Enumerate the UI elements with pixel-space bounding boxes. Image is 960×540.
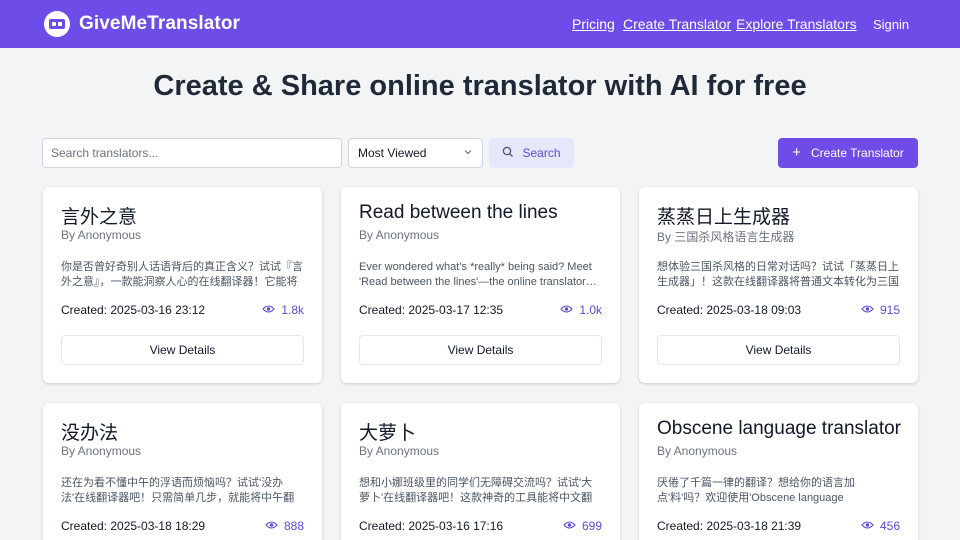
translator-logo-icon (44, 11, 70, 37)
create-translator-button[interactable]: + Create Translator (778, 138, 918, 168)
card-description: Ever wondered what’s *really* being said… (359, 261, 597, 288)
card-view-count: 1.0k (579, 303, 602, 317)
card-view-count: 915 (879, 303, 900, 317)
card-views: 456 (861, 519, 900, 533)
nav-pricing[interactable]: Pricing (572, 16, 615, 32)
page-title: Create & Share online translator with AI… (153, 70, 807, 102)
translator-card: 言外之意 By Anonymous 你是否曾好奇别人话语背后的真正含义？试试『言… (43, 187, 322, 383)
plus-icon: + (792, 144, 802, 161)
translator-card: Read between the lines By Anonymous Ever… (341, 187, 620, 383)
card-title[interactable]: Obscene language translator (657, 418, 901, 440)
card-view-count: 456 (879, 519, 900, 533)
sort-select[interactable]: Most Viewed (348, 138, 483, 168)
eye-icon (861, 303, 874, 317)
brand-name: GiveMeTranslator (79, 13, 241, 34)
card-view-count: 699 (581, 519, 602, 533)
card-description: 还在为看不懂中午的浮语而烦恼吗？试试'没办法'在线翻译器吧！只需简单几步，就能将… (61, 477, 295, 504)
eye-icon (861, 519, 874, 533)
translator-card: 蒸蒸日上生成器 By 三国杀风格语言生成器 想体验三国杀风格的日常对话吗？试试「… (639, 187, 918, 383)
search-button[interactable]: Search (489, 138, 574, 168)
translator-card: 大萝卜 By Anonymous 想和小娜班级里的同学们无障碍交流吗？试试'大萝… (341, 403, 620, 540)
eye-icon (563, 519, 576, 533)
card-author: By Anonymous (657, 444, 738, 458)
card-created-date: Created: 2025-03-18 09:03 (657, 303, 802, 317)
card-views: 888 (265, 519, 304, 533)
card-title[interactable]: Read between the lines (359, 202, 558, 224)
view-details-button[interactable]: View Details (359, 335, 602, 365)
chevron-down-icon (463, 146, 473, 160)
create-button-label: Create Translator (811, 146, 904, 160)
card-created-date: Created: 2025-03-18 21:39 (657, 519, 802, 533)
translator-card: 没办法 By Anonymous 还在为看不懂中午的浮语而烦恼吗？试试'没办法'… (43, 403, 322, 540)
card-views: 1.8k (262, 303, 304, 317)
signin-link[interactable]: Signin (873, 17, 909, 32)
search-icon (502, 146, 514, 161)
card-author: By Anonymous (359, 228, 440, 242)
card-views: 699 (563, 519, 602, 533)
top-navbar: GiveMeTranslator Pricing Create Translat… (0, 0, 960, 48)
card-description: 想和小娜班级里的同学们无障碍交流吗？试试'大萝卜'在线翻译器吧！这款神奇的工具能… (359, 477, 593, 504)
translator-card: Obscene language translator By Anonymous… (639, 403, 918, 540)
card-title[interactable]: 言外之意 (61, 202, 137, 229)
search-button-label: Search (522, 146, 561, 160)
card-author: By Anonymous (359, 444, 440, 458)
nav-explore-translators[interactable]: Explore Translators (736, 16, 857, 32)
card-author: By Anonymous (61, 444, 142, 458)
card-views: 1.0k (560, 303, 602, 317)
sort-selected-value: Most Viewed (358, 146, 427, 160)
view-details-button[interactable]: View Details (657, 335, 900, 365)
view-details-button[interactable]: View Details (61, 335, 304, 365)
card-title[interactable]: 没办法 (61, 418, 118, 445)
card-views: 915 (861, 303, 900, 317)
card-author: By Anonymous (61, 228, 142, 242)
eye-icon (265, 519, 278, 533)
card-created-date: Created: 2025-03-17 12:35 (359, 303, 504, 317)
card-view-count: 1.8k (281, 303, 304, 317)
card-author: By 三国杀风格语言生成器 (657, 230, 795, 244)
card-title[interactable]: 蒸蒸日上生成器 (657, 202, 790, 229)
card-created-date: Created: 2025-03-16 17:16 (359, 519, 504, 533)
card-view-count: 888 (283, 519, 304, 533)
eye-icon (262, 303, 276, 317)
card-description: 厌倦了千篇一律的翻译？想给你的语言加点'料'吗？欢迎使用'Obscene lan… (657, 477, 855, 504)
eye-icon (560, 303, 574, 317)
card-description: 你是否曾好奇别人话语背后的真正含义？试试『言外之意』，一款能洞察人心的在线翻译器… (61, 261, 303, 288)
search-input[interactable] (42, 138, 342, 168)
card-title[interactable]: 大萝卜 (359, 418, 416, 445)
nav-create-translator[interactable]: Create Translator (623, 16, 731, 32)
card-created-date: Created: 2025-03-16 23:12 (61, 303, 206, 317)
card-created-date: Created: 2025-03-18 18:29 (61, 519, 206, 533)
brand-link[interactable]: GiveMeTranslator (44, 11, 240, 37)
card-description: 想体验三国杀风格的日常对话吗？试试「蒸蒸日上生成器」！这款在线翻译器将普通文本转… (657, 261, 899, 288)
